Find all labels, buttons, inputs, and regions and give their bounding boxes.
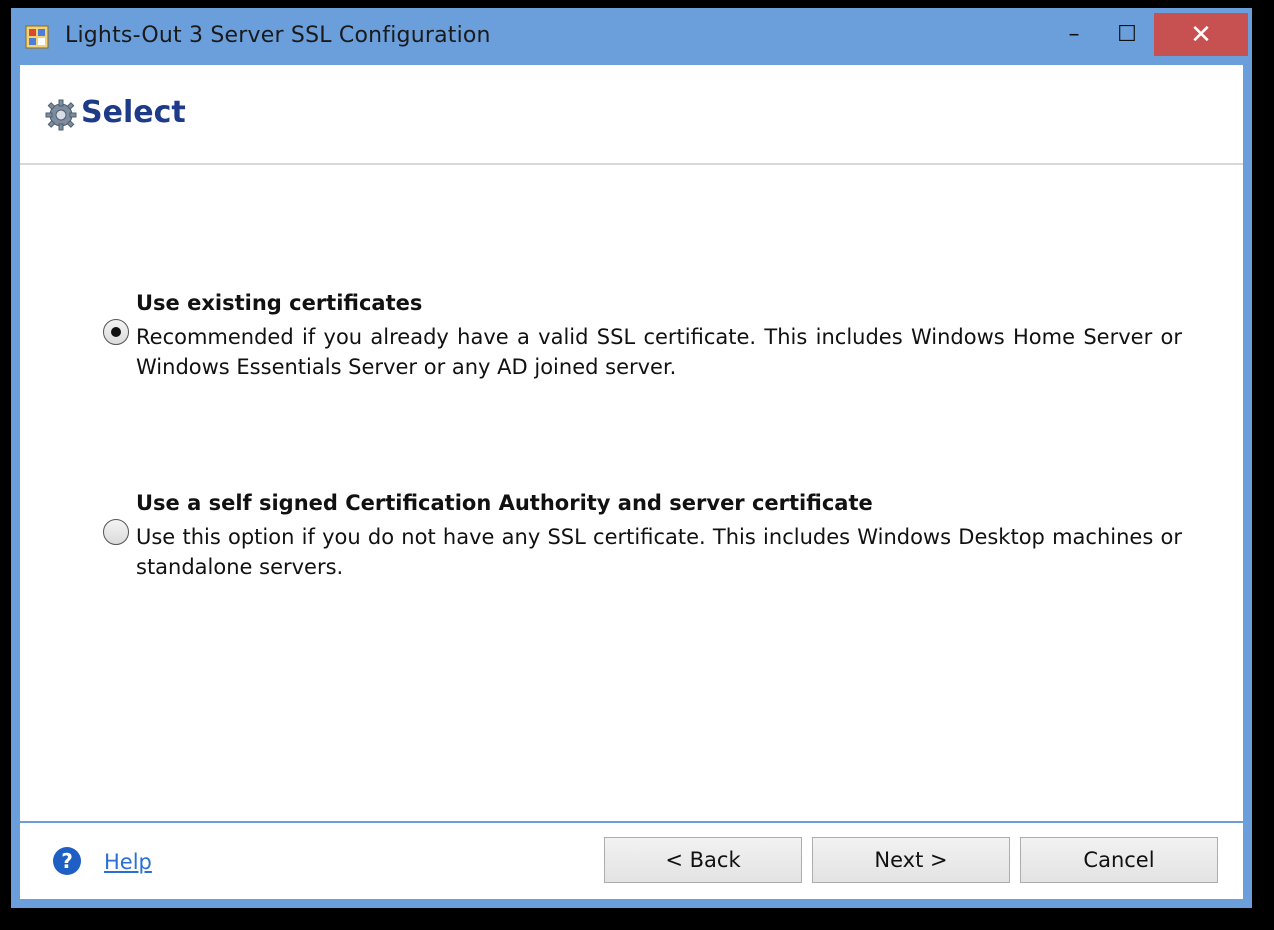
option-description: Use this option if you do not have any S… (136, 525, 1182, 579)
minimize-icon: – (1068, 22, 1080, 47)
maximize-icon: ☐ (1117, 22, 1137, 47)
radio-self-signed-ca[interactable] (103, 519, 129, 545)
dialog-client-area: Select Use existing certificates Recomme… (20, 65, 1243, 899)
close-button[interactable]: ✕ (1154, 13, 1248, 56)
close-icon: ✕ (1190, 19, 1212, 50)
radio-existing-certificates[interactable] (103, 319, 129, 345)
window-title: Lights-Out 3 Server SSL Configuration (65, 23, 491, 48)
cancel-button[interactable]: Cancel (1020, 837, 1218, 883)
help-icon[interactable]: ? (53, 847, 81, 875)
title-bar[interactable]: Lights-Out 3 Server SSL Configuration – … (11, 8, 1252, 65)
option-title: Use existing certificates (136, 291, 423, 315)
footer: ? Help < Back Next > Cancel (20, 823, 1243, 899)
minimize-button[interactable]: – (1051, 13, 1097, 56)
page-title: Select (81, 95, 186, 130)
maximize-button[interactable]: ☐ (1104, 13, 1150, 56)
app-icon (25, 25, 49, 49)
gear-icon (45, 99, 77, 131)
page-header: Select (20, 65, 1243, 165)
dialog-window: Lights-Out 3 Server SSL Configuration – … (11, 8, 1252, 908)
option-title: Use a self signed Certification Authorit… (136, 491, 873, 515)
next-button[interactable]: Next > (812, 837, 1010, 883)
help-link[interactable]: Help (104, 850, 152, 874)
option-description: Recommended if you already have a valid … (136, 325, 1182, 379)
back-button[interactable]: < Back (604, 837, 802, 883)
